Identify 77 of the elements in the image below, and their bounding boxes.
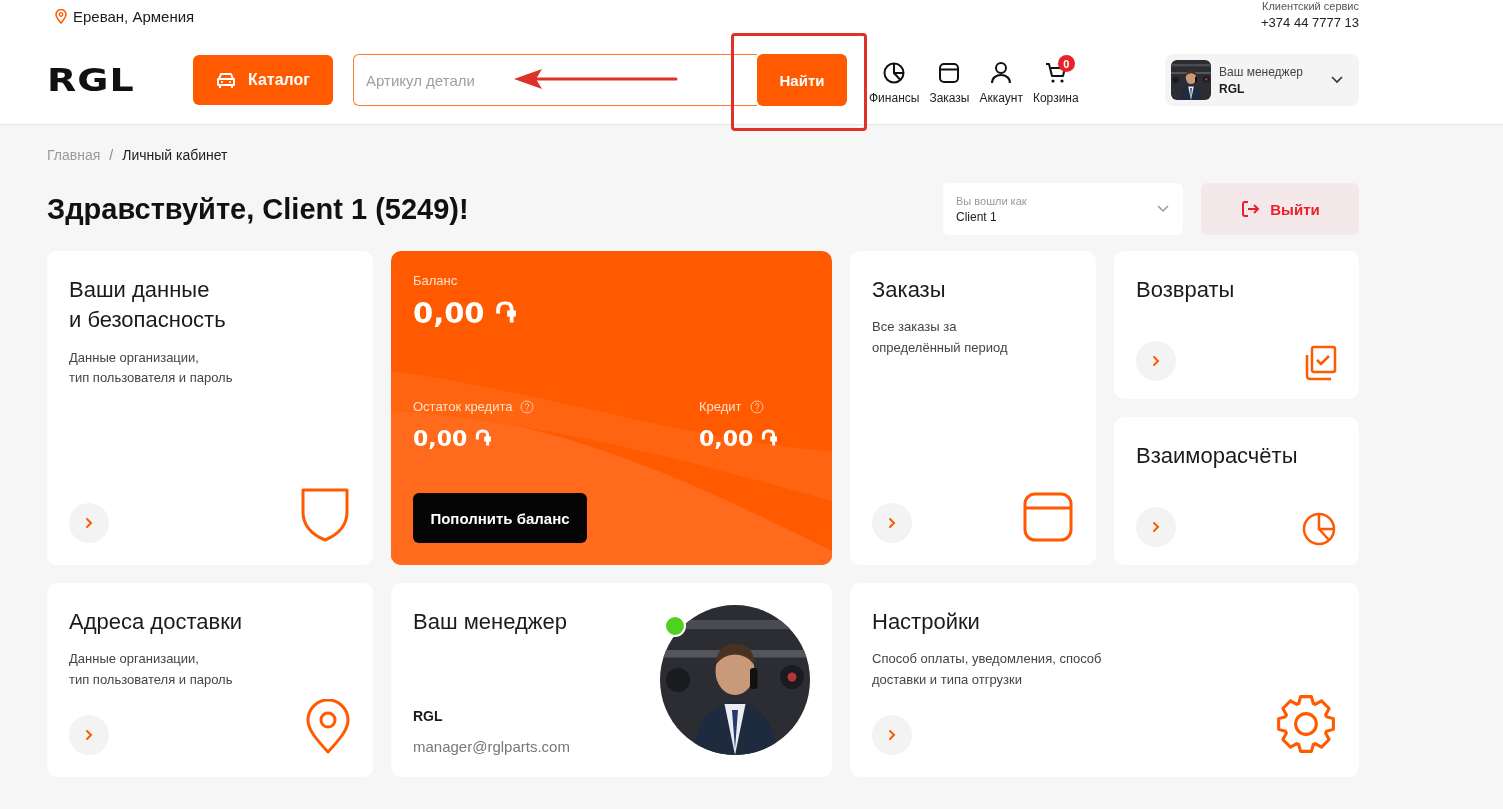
greeting-heading: Здравствуйте, Client 1 (5249)! bbox=[47, 192, 469, 226]
nav-item[interactable]: Финансы bbox=[867, 55, 922, 105]
pie-chart-icon bbox=[883, 62, 906, 84]
card-title: Взаиморасчёты bbox=[1136, 442, 1299, 470]
manager-label: Ваш менеджер bbox=[1219, 64, 1304, 79]
section-card[interactable]: Ваши данные и безопасность Данные организации, тип пользователя и пароль bbox=[47, 251, 373, 565]
section-card[interactable]: Возвраты bbox=[1114, 251, 1359, 399]
chevron-right-icon bbox=[1152, 355, 1160, 367]
location-text[interactable]: Ереван, Армения bbox=[73, 8, 195, 25]
arrow-button[interactable] bbox=[69, 715, 109, 755]
manager-name: RGL bbox=[413, 708, 444, 724]
location-pin-icon bbox=[305, 699, 351, 755]
help-icon[interactable] bbox=[749, 399, 764, 414]
card-title: Адреса доставки bbox=[69, 608, 244, 636]
logo[interactable]: RGL bbox=[47, 61, 193, 99]
credit-left-label: Остаток кредита bbox=[413, 399, 513, 414]
select-value: Client 1 bbox=[956, 209, 998, 224]
arrow-button[interactable] bbox=[1136, 341, 1176, 381]
chevron-right-icon bbox=[1152, 521, 1160, 533]
help-icon[interactable] bbox=[520, 399, 535, 414]
top-up-button[interactable]: Пополнить баланс bbox=[413, 493, 587, 543]
chevron-right-icon bbox=[888, 729, 896, 741]
arrow-button[interactable] bbox=[872, 715, 912, 755]
nav-item[interactable]: 0 Корзина bbox=[1030, 55, 1081, 105]
nav-label: Заказы bbox=[929, 91, 970, 105]
chevron-right-icon bbox=[85, 517, 93, 529]
user-icon bbox=[991, 62, 1012, 84]
credit-amount: 0,00 ֏ bbox=[699, 426, 777, 451]
box-icon bbox=[1022, 491, 1074, 543]
card-description: Все заказы за определённый период bbox=[872, 318, 1009, 357]
pie-chart-icon bbox=[1301, 511, 1337, 547]
manager-name: RGL bbox=[1219, 81, 1246, 96]
balance-label: Баланс bbox=[413, 273, 459, 288]
cart-count-badge: 0 bbox=[1057, 55, 1075, 72]
card-description: Данные организации, тип пользователя и пароль bbox=[69, 650, 234, 689]
search-field[interactable]: Артикул детали bbox=[353, 54, 757, 106]
section-card[interactable]: Взаиморасчёты bbox=[1114, 417, 1359, 565]
logout-button[interactable]: Выйти bbox=[1201, 183, 1359, 235]
credit-label: Кредит bbox=[699, 399, 742, 414]
balance-amount: 0,00 ֏ bbox=[413, 296, 517, 331]
nav-label: Финансы bbox=[869, 91, 920, 105]
support-label: Клиентский сервис bbox=[1262, 0, 1359, 12]
phone-number[interactable]: +374 44 7777 13 bbox=[1261, 15, 1359, 30]
section-card[interactable]: Адреса доставки Данные организации, тип пользователя и пароль bbox=[47, 583, 373, 777]
section-card[interactable]: Заказы Все заказы за определённый период bbox=[850, 251, 1096, 565]
breadcrumb-item[interactable]: Личный кабинет bbox=[122, 147, 228, 163]
card-title: Ваш менеджер bbox=[413, 608, 568, 636]
manager-dropdown[interactable]: Ваш менеджер RGL bbox=[1165, 54, 1359, 106]
nav-label: Корзина bbox=[1032, 91, 1079, 105]
nav-label: Аккаунт bbox=[979, 91, 1023, 105]
card-title: Заказы bbox=[872, 276, 947, 304]
card-description: Данные организации, тип пользователя и пароль bbox=[69, 348, 234, 387]
nav-item[interactable]: Аккаунт bbox=[977, 55, 1025, 105]
box-icon bbox=[939, 63, 960, 83]
chevron-down-icon bbox=[1331, 76, 1343, 84]
arrow-button[interactable] bbox=[69, 503, 109, 543]
manager-email[interactable]: manager@rglparts.com bbox=[413, 738, 570, 755]
logout-icon bbox=[1240, 199, 1261, 219]
chevron-right-icon bbox=[85, 729, 93, 741]
location-pin-icon bbox=[55, 9, 67, 24]
card-title: Настройки bbox=[872, 608, 981, 636]
breadcrumb-separator: / bbox=[109, 147, 114, 163]
credit-left-amount: 0,00 ֏ bbox=[413, 426, 492, 451]
cart-icon bbox=[1044, 62, 1067, 84]
arrow-button[interactable] bbox=[1136, 507, 1176, 547]
car-icon bbox=[216, 71, 236, 89]
card-title: Возвраты bbox=[1136, 276, 1236, 304]
card-title: Ваши данные и безопасность bbox=[69, 276, 227, 335]
arrow-button[interactable] bbox=[872, 503, 912, 543]
section-card[interactable]: Настройки Способ оплаты, уведомления, способ доставки и типа отгрузки bbox=[850, 583, 1359, 777]
card-description: Способ оплаты, уведомления, способ доставки и типа отгрузки bbox=[872, 650, 1103, 689]
chevron-down-icon bbox=[1157, 205, 1169, 213]
select-label: Вы вошли как bbox=[956, 194, 1027, 207]
chevron-right-icon bbox=[888, 517, 896, 529]
nav-item[interactable]: Заказы bbox=[927, 55, 972, 105]
settings-icon bbox=[1275, 693, 1337, 755]
account-select[interactable]: Вы вошли как Client 1 bbox=[943, 183, 1183, 235]
